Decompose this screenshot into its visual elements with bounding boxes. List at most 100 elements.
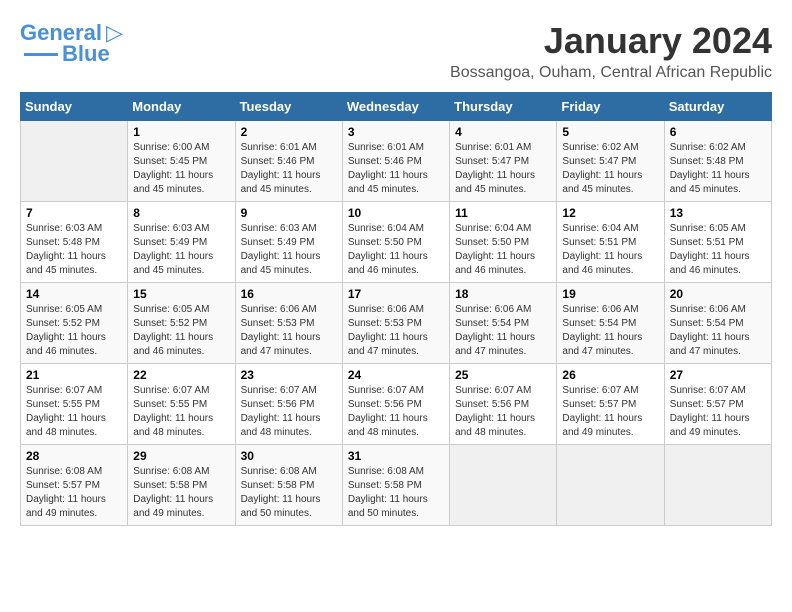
day-info: Sunrise: 6:03 AM Sunset: 5:49 PM Dayligh… bbox=[241, 223, 321, 276]
day-number: 2 bbox=[241, 125, 337, 139]
calendar-cell: 2 Sunrise: 6:01 AM Sunset: 5:46 PM Dayli… bbox=[235, 121, 342, 202]
calendar-cell: 21 Sunrise: 6:07 AM Sunset: 5:55 PM Dayl… bbox=[21, 364, 128, 445]
calendar-cell: 19 Sunrise: 6:06 AM Sunset: 5:54 PM Dayl… bbox=[557, 283, 664, 364]
calendar-table: SundayMondayTuesdayWednesdayThursdayFrid… bbox=[20, 92, 772, 526]
calendar-cell: 22 Sunrise: 6:07 AM Sunset: 5:55 PM Dayl… bbox=[128, 364, 235, 445]
calendar-cell: 15 Sunrise: 6:05 AM Sunset: 5:52 PM Dayl… bbox=[128, 283, 235, 364]
day-info: Sunrise: 6:06 AM Sunset: 5:54 PM Dayligh… bbox=[670, 304, 750, 357]
calendar-cell: 27 Sunrise: 6:07 AM Sunset: 5:57 PM Dayl… bbox=[664, 364, 771, 445]
day-number: 16 bbox=[241, 287, 337, 301]
day-info: Sunrise: 6:07 AM Sunset: 5:56 PM Dayligh… bbox=[348, 385, 428, 438]
day-header-thursday: Thursday bbox=[450, 93, 557, 121]
day-number: 29 bbox=[133, 449, 229, 463]
day-number: 4 bbox=[455, 125, 551, 139]
day-info: Sunrise: 6:04 AM Sunset: 5:50 PM Dayligh… bbox=[455, 223, 535, 276]
day-number: 11 bbox=[455, 206, 551, 220]
day-number: 14 bbox=[26, 287, 122, 301]
subtitle: Bossangoa, Ouham, Central African Republ… bbox=[450, 64, 772, 82]
calendar-cell: 7 Sunrise: 6:03 AM Sunset: 5:48 PM Dayli… bbox=[21, 202, 128, 283]
calendar-cell: 16 Sunrise: 6:06 AM Sunset: 5:53 PM Dayl… bbox=[235, 283, 342, 364]
day-info: Sunrise: 6:04 AM Sunset: 5:51 PM Dayligh… bbox=[562, 223, 642, 276]
calendar-cell: 26 Sunrise: 6:07 AM Sunset: 5:57 PM Dayl… bbox=[557, 364, 664, 445]
calendar-cell: 25 Sunrise: 6:07 AM Sunset: 5:56 PM Dayl… bbox=[450, 364, 557, 445]
day-number: 20 bbox=[670, 287, 766, 301]
day-number: 18 bbox=[455, 287, 551, 301]
day-info: Sunrise: 6:06 AM Sunset: 5:53 PM Dayligh… bbox=[348, 304, 428, 357]
header: General ▷ Blue January 2024 Bossangoa, O… bbox=[20, 20, 772, 82]
day-header-monday: Monday bbox=[128, 93, 235, 121]
calendar-cell bbox=[664, 445, 771, 526]
day-info: Sunrise: 6:01 AM Sunset: 5:46 PM Dayligh… bbox=[241, 142, 321, 195]
calendar-cell: 12 Sunrise: 6:04 AM Sunset: 5:51 PM Dayl… bbox=[557, 202, 664, 283]
day-info: Sunrise: 6:03 AM Sunset: 5:48 PM Dayligh… bbox=[26, 223, 106, 276]
day-info: Sunrise: 6:07 AM Sunset: 5:57 PM Dayligh… bbox=[562, 385, 642, 438]
day-info: Sunrise: 6:07 AM Sunset: 5:56 PM Dayligh… bbox=[241, 385, 321, 438]
calendar-cell: 24 Sunrise: 6:07 AM Sunset: 5:56 PM Dayl… bbox=[342, 364, 449, 445]
day-info: Sunrise: 6:07 AM Sunset: 5:57 PM Dayligh… bbox=[670, 385, 750, 438]
calendar-cell: 28 Sunrise: 6:08 AM Sunset: 5:57 PM Dayl… bbox=[21, 445, 128, 526]
day-number: 23 bbox=[241, 368, 337, 382]
calendar-cell: 31 Sunrise: 6:08 AM Sunset: 5:58 PM Dayl… bbox=[342, 445, 449, 526]
title-section: January 2024 Bossangoa, Ouham, Central A… bbox=[450, 20, 772, 82]
calendar-cell: 1 Sunrise: 6:00 AM Sunset: 5:45 PM Dayli… bbox=[128, 121, 235, 202]
week-row-4: 21 Sunrise: 6:07 AM Sunset: 5:55 PM Dayl… bbox=[21, 364, 772, 445]
day-info: Sunrise: 6:06 AM Sunset: 5:53 PM Dayligh… bbox=[241, 304, 321, 357]
calendar-cell: 8 Sunrise: 6:03 AM Sunset: 5:49 PM Dayli… bbox=[128, 202, 235, 283]
day-number: 25 bbox=[455, 368, 551, 382]
week-row-5: 28 Sunrise: 6:08 AM Sunset: 5:57 PM Dayl… bbox=[21, 445, 772, 526]
day-number: 19 bbox=[562, 287, 658, 301]
main-title: January 2024 bbox=[450, 20, 772, 62]
logo: General ▷ Blue bbox=[20, 20, 123, 66]
day-number: 13 bbox=[670, 206, 766, 220]
day-number: 8 bbox=[133, 206, 229, 220]
calendar-cell bbox=[21, 121, 128, 202]
calendar-cell: 30 Sunrise: 6:08 AM Sunset: 5:58 PM Dayl… bbox=[235, 445, 342, 526]
calendar-cell: 9 Sunrise: 6:03 AM Sunset: 5:49 PM Dayli… bbox=[235, 202, 342, 283]
day-header-saturday: Saturday bbox=[664, 93, 771, 121]
logo-blue-text: Blue bbox=[62, 42, 110, 66]
day-number: 28 bbox=[26, 449, 122, 463]
day-info: Sunrise: 6:04 AM Sunset: 5:50 PM Dayligh… bbox=[348, 223, 428, 276]
day-info: Sunrise: 6:07 AM Sunset: 5:56 PM Dayligh… bbox=[455, 385, 535, 438]
calendar-cell: 5 Sunrise: 6:02 AM Sunset: 5:47 PM Dayli… bbox=[557, 121, 664, 202]
day-number: 6 bbox=[670, 125, 766, 139]
day-number: 9 bbox=[241, 206, 337, 220]
calendar-cell: 10 Sunrise: 6:04 AM Sunset: 5:50 PM Dayl… bbox=[342, 202, 449, 283]
day-info: Sunrise: 6:05 AM Sunset: 5:52 PM Dayligh… bbox=[26, 304, 106, 357]
day-info: Sunrise: 6:05 AM Sunset: 5:51 PM Dayligh… bbox=[670, 223, 750, 276]
day-info: Sunrise: 6:07 AM Sunset: 5:55 PM Dayligh… bbox=[26, 385, 106, 438]
day-number: 21 bbox=[26, 368, 122, 382]
day-number: 15 bbox=[133, 287, 229, 301]
day-number: 22 bbox=[133, 368, 229, 382]
calendar-cell: 14 Sunrise: 6:05 AM Sunset: 5:52 PM Dayl… bbox=[21, 283, 128, 364]
day-info: Sunrise: 6:08 AM Sunset: 5:58 PM Dayligh… bbox=[348, 466, 428, 519]
week-row-3: 14 Sunrise: 6:05 AM Sunset: 5:52 PM Dayl… bbox=[21, 283, 772, 364]
day-number: 17 bbox=[348, 287, 444, 301]
day-info: Sunrise: 6:01 AM Sunset: 5:46 PM Dayligh… bbox=[348, 142, 428, 195]
day-info: Sunrise: 6:02 AM Sunset: 5:47 PM Dayligh… bbox=[562, 142, 642, 195]
calendar-header-row: SundayMondayTuesdayWednesdayThursdayFrid… bbox=[21, 93, 772, 121]
day-header-friday: Friday bbox=[557, 93, 664, 121]
day-info: Sunrise: 6:08 AM Sunset: 5:58 PM Dayligh… bbox=[133, 466, 213, 519]
day-number: 3 bbox=[348, 125, 444, 139]
day-info: Sunrise: 6:08 AM Sunset: 5:57 PM Dayligh… bbox=[26, 466, 106, 519]
calendar-cell: 20 Sunrise: 6:06 AM Sunset: 5:54 PM Dayl… bbox=[664, 283, 771, 364]
day-info: Sunrise: 6:06 AM Sunset: 5:54 PM Dayligh… bbox=[562, 304, 642, 357]
day-number: 24 bbox=[348, 368, 444, 382]
calendar-cell: 4 Sunrise: 6:01 AM Sunset: 5:47 PM Dayli… bbox=[450, 121, 557, 202]
calendar-cell: 23 Sunrise: 6:07 AM Sunset: 5:56 PM Dayl… bbox=[235, 364, 342, 445]
day-number: 1 bbox=[133, 125, 229, 139]
day-info: Sunrise: 6:07 AM Sunset: 5:55 PM Dayligh… bbox=[133, 385, 213, 438]
calendar-cell: 18 Sunrise: 6:06 AM Sunset: 5:54 PM Dayl… bbox=[450, 283, 557, 364]
day-number: 26 bbox=[562, 368, 658, 382]
day-info: Sunrise: 6:05 AM Sunset: 5:52 PM Dayligh… bbox=[133, 304, 213, 357]
day-number: 5 bbox=[562, 125, 658, 139]
day-number: 10 bbox=[348, 206, 444, 220]
calendar-cell: 3 Sunrise: 6:01 AM Sunset: 5:46 PM Dayli… bbox=[342, 121, 449, 202]
day-number: 27 bbox=[670, 368, 766, 382]
calendar-cell: 11 Sunrise: 6:04 AM Sunset: 5:50 PM Dayl… bbox=[450, 202, 557, 283]
calendar-cell bbox=[450, 445, 557, 526]
day-header-sunday: Sunday bbox=[21, 93, 128, 121]
day-header-tuesday: Tuesday bbox=[235, 93, 342, 121]
day-info: Sunrise: 6:03 AM Sunset: 5:49 PM Dayligh… bbox=[133, 223, 213, 276]
